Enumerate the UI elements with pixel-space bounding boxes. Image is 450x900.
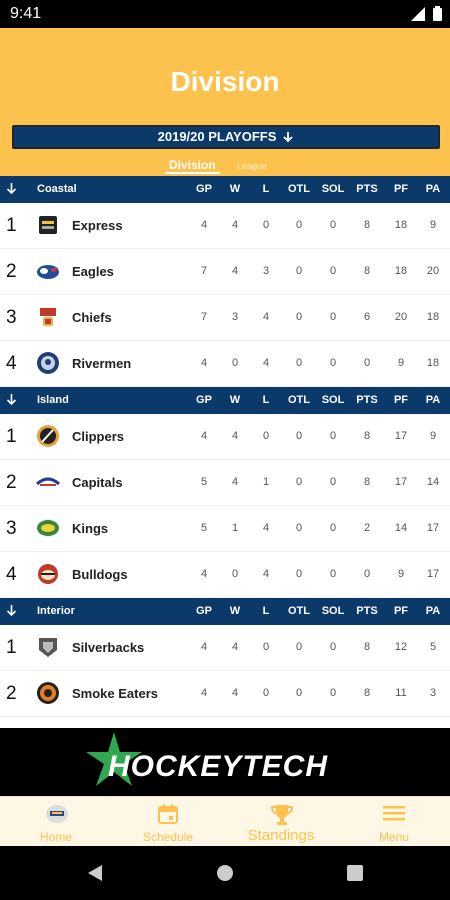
chiefs-logo-icon [40,308,56,326]
bulldogs-logo-icon [38,564,58,584]
season-label: 2019/20 PLAYOFFS [157,129,277,144]
team-name: Express [72,218,123,233]
team-name: Chiefs [72,310,112,325]
table-row[interactable]: 2 Smoke Eaters 4 4 0 0 0 8 11 3 [0,671,450,717]
team-name: Smoke Eaters [72,686,158,701]
capitals-logo-icon [36,477,60,486]
nav-label: Home [39,830,72,844]
col-header-pa: PA [425,394,441,406]
calendar-icon [158,804,178,824]
rank: 3 [6,307,17,328]
stat-pa: 3 [429,687,437,699]
tab-bar: Division League [0,158,450,176]
group-name: Coastal [37,183,77,195]
group-header-coastal[interactable]: Coastal GP W L OTL SOL PTS PF PA [0,176,450,203]
team-name: Rivermen [72,356,132,371]
nav-home[interactable]: Home [0,797,112,847]
rank: 2 [6,472,17,493]
home-circle-icon[interactable] [216,864,234,882]
nav-label: Schedule [142,830,194,844]
stat-pa: 18 [426,311,440,323]
stat-pa: 9 [429,219,437,231]
group-name: Island [37,394,69,406]
tab-league[interactable]: League [237,161,267,171]
stat-pa: 17 [426,568,440,580]
table-row[interactable]: 2 Capitals 5 4 1 0 0 8 17 14 [0,460,450,506]
banner-logo-text: HOCKEYTECH [108,750,329,783]
table-row[interactable]: 3 Chiefs 7 3 4 0 0 6 20 18 [0,295,450,341]
stat-pa: 17 [426,522,440,534]
system-nav-bar [0,846,450,900]
hamburger-menu-icon [383,806,405,821]
arrow-down-icon [6,605,17,617]
rank: 2 [6,683,17,704]
home-logo-icon [46,805,68,823]
silverbacks-logo-icon [39,638,57,657]
rivermen-logo-icon [37,352,59,374]
table-row[interactable]: 1 Clippers 4 4 0 0 0 8 17 9 [0,414,450,460]
clippers-logo-icon [37,425,59,447]
group-name: Interior [37,605,75,617]
table-row[interactable]: 3 Kings 5 1 4 0 0 2 14 17 [0,506,450,552]
team-name: Eagles [72,264,114,279]
col-header-pa: PA [425,605,441,617]
team-name: Silverbacks [72,640,145,655]
tab-division[interactable]: Division [165,158,220,174]
rank: 4 [6,353,17,374]
arrow-down-icon [6,394,17,406]
team-name: Capitals [72,475,123,490]
stat-pa: 18 [426,357,440,369]
standings-table: Coastal GP W L OTL SOL PTS PF PA 1 Expre… [0,176,450,717]
group-header-island[interactable]: Island GP W L OTL SOL PTS PF PA [0,387,450,414]
rank: 1 [6,426,17,447]
nav-label: Menu [378,830,410,844]
col-header-pa: PA [425,183,441,195]
rank: 3 [6,518,17,539]
sponsor-banner[interactable]: HOCKEYTECH [0,728,450,796]
arrow-down-icon [6,183,17,195]
rank: 1 [6,637,17,658]
kings-logo-icon [37,520,59,536]
team-name: Bulldogs [72,567,128,582]
bottom-nav: Home Schedule Standings Menu [0,796,450,846]
eagles-logo-icon [37,265,59,279]
express-logo-icon [39,216,57,234]
group-header-interior[interactable]: Interior GP W L OTL SOL PTS PF PA [0,598,450,625]
arrow-down-icon [283,132,294,143]
nav-schedule[interactable]: Schedule [112,797,224,847]
nav-standings[interactable]: Standings [225,797,337,847]
team-name: Kings [72,521,109,536]
nav-label: Standings [247,827,315,844]
table-row[interactable]: 2 Eagles 7 4 3 0 0 8 18 20 [0,249,450,295]
rank: 1 [6,215,17,236]
nav-menu[interactable]: Menu [338,797,450,847]
rank: 2 [6,261,17,282]
season-dropdown[interactable]: 2019/20 PLAYOFFS [12,125,440,149]
table-row[interactable]: 4 Bulldogs 4 0 4 0 0 0 9 17 [0,552,450,598]
table-row[interactable]: 4 Rivermen 4 0 4 0 0 0 9 18 [0,341,450,387]
signal-icon [411,6,425,21]
stat-pa: 9 [429,430,437,442]
header: Division 2019/20 PLAYOFFS Division Leagu… [0,28,450,176]
status-bar: 9:41 [0,0,450,28]
rank: 4 [6,564,17,585]
battery-icon [433,6,442,21]
recents-square-icon[interactable] [346,864,364,882]
back-icon[interactable] [86,864,104,882]
status-icons [411,6,442,21]
smoke-eaters-logo-icon [37,682,59,704]
table-row[interactable]: 1 Silverbacks 4 4 0 0 0 8 12 5 [0,625,450,671]
trophy-icon [270,805,294,825]
team-name: Clippers [72,429,125,444]
table-row[interactable]: 1 Express 4 4 0 0 0 8 18 9 [0,203,450,249]
stat-pa: 14 [426,476,440,488]
stat-pa: 20 [426,265,440,277]
page-title: Division [170,66,280,97]
stat-pa: 5 [429,641,437,653]
status-time: 9:41 [10,5,42,22]
